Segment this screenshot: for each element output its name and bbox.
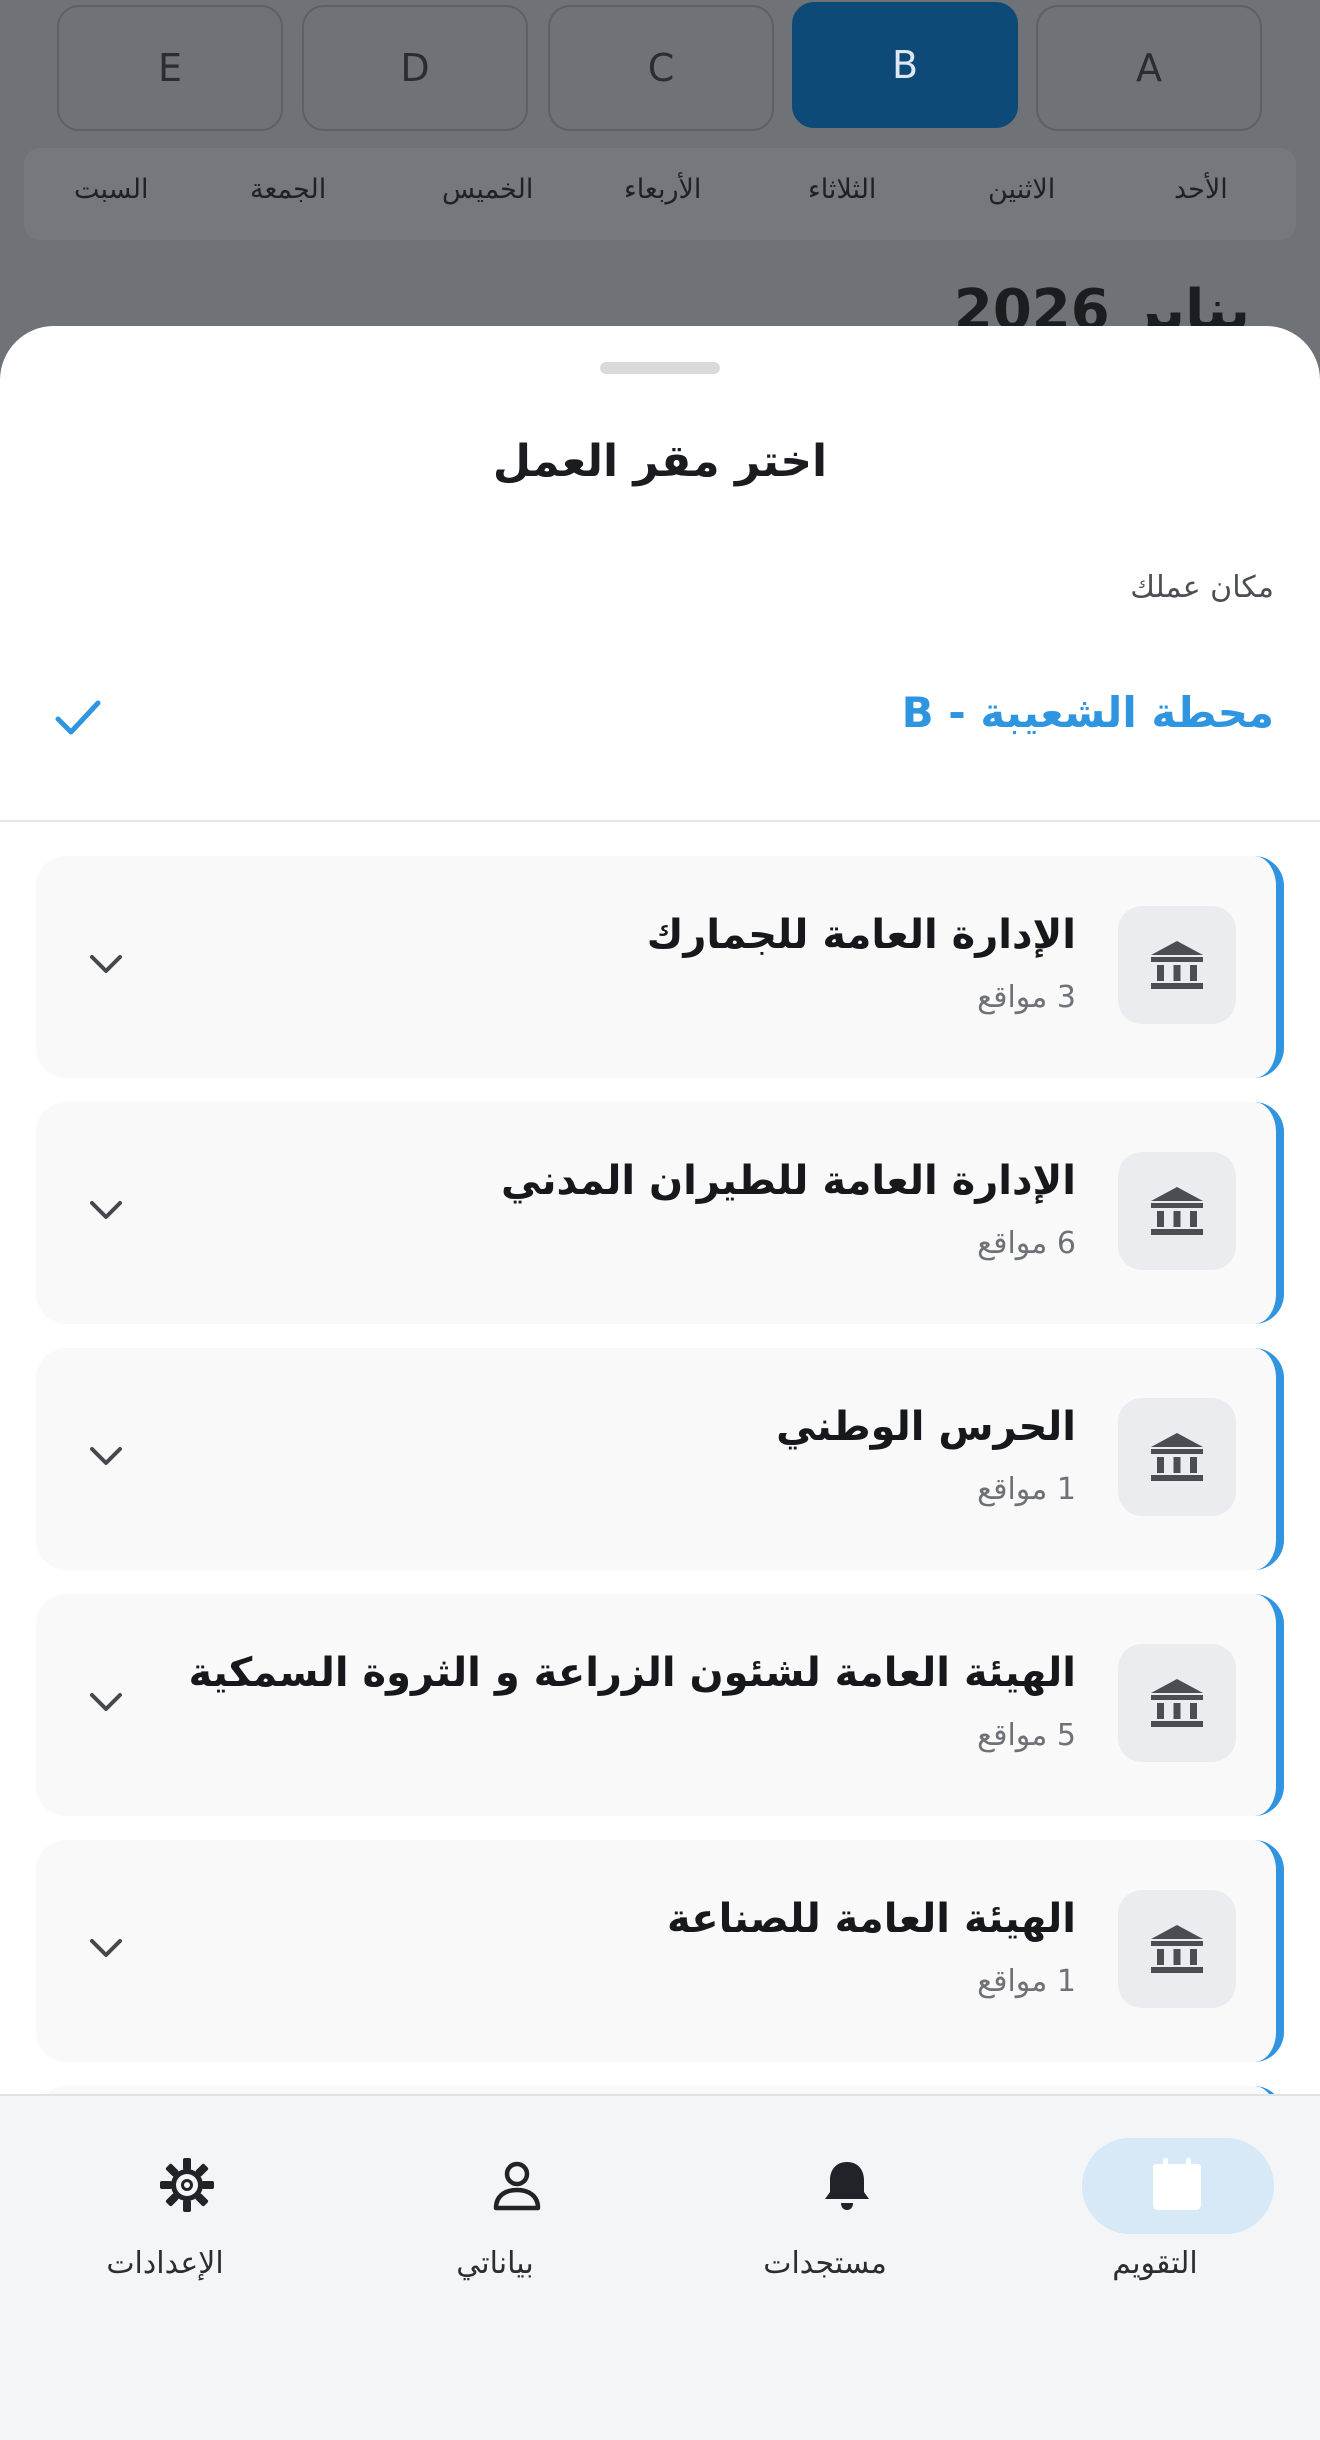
nav-label-updates: مستجدات [763, 2246, 887, 2281]
group-name: الإدارة العامة للجمارك [646, 912, 1076, 958]
group-name: الهيئة العامة للصناعة [667, 1896, 1076, 1942]
bank-building-icon [1118, 1890, 1236, 2008]
nav-item-updates[interactable]: مستجدات [660, 2096, 990, 2296]
bell-icon [825, 2162, 869, 2210]
chevron-down-icon[interactable] [86, 1928, 126, 1968]
group-count: 6 مواقع [977, 1226, 1076, 1261]
weekday-friday: الجمعة [250, 174, 327, 205]
shift-selector: A B C D E [0, 0, 1320, 140]
group-count: 5 مواقع [977, 1718, 1076, 1753]
nav-item-settings[interactable]: الإعدادات [0, 2096, 330, 2296]
weekday-wednesday: الأربعاء [624, 174, 702, 205]
shift-button-b[interactable]: B [792, 2, 1018, 128]
shift-button-c[interactable]: C [548, 5, 774, 131]
group-count: 3 مواقع [977, 980, 1076, 1015]
nav-item-calendar[interactable]: التقويم [990, 2096, 1320, 2296]
weekday-tuesday: الثلاثاء [808, 174, 877, 205]
sheet-title: اختر مقر العمل [492, 436, 828, 487]
weekday-thursday: الخميس [442, 174, 534, 205]
bank-building-icon [1118, 1398, 1236, 1516]
group-count: 1 مواقع [977, 1472, 1076, 1507]
chevron-down-icon[interactable] [86, 1190, 126, 1230]
weekday-monday: الاثنين [988, 174, 1056, 205]
nav-label-profile: بياناتي [456, 2246, 534, 2281]
chevron-down-icon[interactable] [86, 1436, 126, 1476]
chevron-down-icon[interactable] [86, 944, 126, 984]
shift-button-a[interactable]: A [1036, 5, 1262, 131]
chevron-down-icon[interactable] [86, 1682, 126, 1722]
shift-button-e[interactable]: E [57, 5, 283, 131]
bank-building-icon [1118, 906, 1236, 1024]
nav-label-calendar: التقويم [1112, 2246, 1198, 2281]
nav-item-profile[interactable]: بياناتي [330, 2096, 660, 2296]
calendar-icon [1153, 2158, 1201, 2210]
gear-icon [160, 2158, 214, 2212]
bank-building-icon [1118, 1152, 1236, 1270]
workplace-label: مكان عملك [1130, 570, 1274, 605]
group-name: الحرس الوطني [776, 1404, 1076, 1450]
group-name: الهيئة العامة لشئون الزراعة و الثروة الس… [188, 1650, 1076, 1696]
weekday-header: الأحد الاثنين الثلاثاء الأربعاء الخميس ا… [24, 148, 1296, 240]
group-card[interactable]: الإدارة العامة للجمارك 3 مواقع [36, 856, 1284, 1078]
group-name: الإدارة العامة للطيران المدني [500, 1158, 1076, 1204]
weekday-saturday: السبت [74, 174, 149, 205]
weekday-sunday: الأحد [1174, 174, 1228, 205]
person-icon [493, 2161, 541, 2211]
check-icon [55, 700, 101, 735]
group-card[interactable]: الهيئة العامة لشئون الزراعة و الثروة الس… [36, 1594, 1284, 1816]
bottom-navigation: التقويم مستجدات بياناتي الإعدادات [0, 2094, 1320, 2440]
group-card[interactable]: الإدارة العامة للطيران المدني 6 مواقع [36, 1102, 1284, 1324]
bank-building-icon [1118, 1644, 1236, 1762]
group-count: 1 مواقع [977, 1964, 1076, 1999]
selected-workplace[interactable]: محطة الشعيبة - B [902, 688, 1274, 737]
nav-label-settings: الإعدادات [106, 2246, 224, 2281]
group-card[interactable]: الهيئة العامة للصناعة 1 مواقع [36, 1840, 1284, 2062]
shift-button-d[interactable]: D [302, 5, 528, 131]
sheet-drag-handle[interactable] [600, 362, 720, 374]
divider [0, 820, 1320, 822]
group-card[interactable]: الحرس الوطني 1 مواقع [36, 1348, 1284, 1570]
